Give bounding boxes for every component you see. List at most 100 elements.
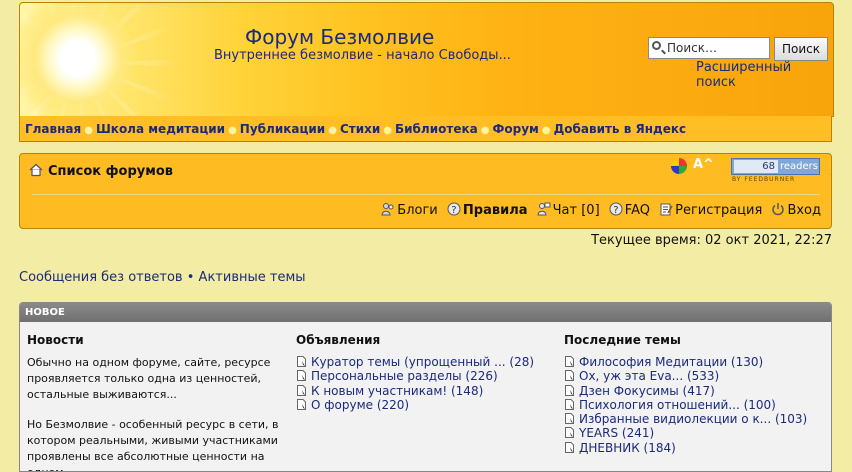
search-icon — [652, 41, 661, 50]
feedburner-label: BY FEEDBURNER — [732, 176, 796, 183]
svg-text:?: ? — [451, 205, 456, 216]
nav-separator: ● — [383, 125, 392, 136]
register-link[interactable]: Регистрация — [659, 203, 762, 218]
nav-item-poems[interactable]: Стихи — [340, 122, 380, 136]
topic-link[interactable]: ДНЕВНИК (184) — [564, 441, 807, 455]
chat-link[interactable]: Чат [0] — [537, 202, 600, 218]
power-icon — [772, 203, 785, 216]
topic-icon — [565, 356, 574, 367]
topic-link[interactable]: Философия Медитации (130) — [564, 355, 807, 369]
latest-topics-column: Последние темы Философия Медитации (130)… — [564, 333, 807, 455]
nav-item-home[interactable]: Главная — [25, 122, 81, 136]
register-icon — [660, 203, 673, 216]
blogs-link[interactable]: Блоги — [381, 203, 438, 218]
unanswered-posts-link[interactable]: Сообщения без ответов — [19, 270, 183, 285]
announcements-column: Объявления Куратор темы (упрощенный ... … — [296, 333, 534, 412]
active-topics-link[interactable]: Активные темы — [199, 270, 306, 285]
topic-link[interactable]: О форуме (220) — [296, 398, 534, 412]
topic-icon — [565, 441, 574, 453]
search-placeholder: Поиск… — [667, 41, 718, 55]
nav-item-meditation-school[interactable]: Школа медитации — [96, 122, 225, 136]
topic-title: Психология отношений... (100) — [579, 397, 776, 412]
topic-icon — [565, 384, 574, 396]
blogs-label: Блоги — [397, 203, 438, 218]
topic-title: Философия Медитации (130) — [579, 355, 764, 369]
new-box-header: НОВОЕ — [20, 303, 831, 322]
faq-label: FAQ — [624, 203, 650, 218]
news-column: Новости Обычно на одном форуме, сайте, р… — [27, 333, 282, 471]
topic-title: К новым участникам! (148) — [311, 383, 484, 398]
nav-separator: ● — [480, 125, 490, 136]
panel-divider — [32, 194, 820, 195]
rules-label: Правила — [462, 203, 528, 218]
readers-label: readers — [780, 161, 818, 172]
site-subtitle: Внутреннее безмолвие - начало Свободы... — [214, 48, 511, 63]
chat-label: Чат [0] — [552, 203, 600, 218]
main-nav: Главная ● Школа медитации ● Публикации ● Стихи… — [19, 116, 832, 142]
topic-icon — [565, 398, 574, 410]
news-paragraph: Обычно на одном форуме, сайте, ресурсе п… — [27, 356, 271, 401]
nav-item-forum[interactable]: Форум — [492, 122, 538, 136]
topic-title: Ох, уж эта Eva... (533) — [579, 369, 720, 384]
news-title: Новости — [27, 333, 84, 347]
faq-icon: ? — [609, 202, 623, 216]
latest-topics-title: Последние темы — [564, 333, 681, 347]
topic-title: YEARS (241) — [579, 426, 655, 441]
forum-list-link[interactable]: Список форумов — [48, 164, 173, 179]
latest-topics-list: Философия Медитации (130) Ох, уж эта Eva.… — [564, 355, 807, 455]
topic-title: ДНЕВНИК (184) — [579, 440, 676, 455]
topic-link[interactable]: Персональные разделы (226) — [296, 369, 534, 383]
topic-title: О форуме (220) — [311, 397, 410, 412]
nav-item-add-yandex[interactable]: Добавить в Яндекс — [554, 122, 687, 136]
topic-link[interactable]: Куратор темы (упрощенный ... (28) — [296, 355, 534, 369]
nav-separator: ● — [328, 125, 337, 136]
advanced-search-link[interactable]: Расширенный поиск — [696, 60, 833, 90]
topic-title: Избранные видиолекции о к... (103) — [579, 412, 808, 427]
topic-link[interactable]: К новым участникам! (148) — [296, 384, 534, 398]
svg-text:?: ? — [613, 205, 618, 216]
quick-links: Сообщения без ответов • Активные темы — [19, 270, 306, 285]
topic-icon — [297, 398, 306, 410]
search-input[interactable]: Поиск… — [648, 37, 770, 59]
font-size-change-icon[interactable]: A^ — [693, 157, 714, 172]
topic-title: Персональные разделы (226) — [311, 369, 498, 384]
topic-icon — [565, 413, 574, 425]
readers-count: 68 — [734, 160, 778, 173]
login-link[interactable]: Вход — [771, 203, 821, 218]
new-box: НОВОЕ Новости Обычно на одном форуме, са… — [19, 302, 832, 472]
forum-panel: Список форумов A^ 68 readers BY FEEDBURNE… — [19, 153, 832, 229]
topic-icon — [565, 370, 574, 382]
topic-link[interactable]: YEARS (241) — [564, 426, 807, 440]
topic-title: Дзен Фокусимы (417) — [579, 383, 715, 398]
nav-separator: ● — [541, 125, 551, 136]
rules-link[interactable]: ? Правила — [447, 202, 528, 218]
topic-icon — [297, 384, 306, 396]
feedburner-badge[interactable]: 68 readers — [731, 158, 820, 175]
sun-image — [20, 3, 145, 116]
chat-icon — [537, 202, 551, 216]
topic-link[interactable]: Дзен Фокусимы (417) — [564, 384, 807, 398]
site-header: Форум Безмолвие Внутреннее безмолвие - н… — [19, 2, 834, 117]
topic-icon — [565, 427, 574, 439]
topic-link[interactable]: Психология отношений... (100) — [564, 398, 807, 412]
announcements-list: Куратор темы (упрощенный ... (28) Персона… — [296, 355, 534, 412]
nav-item-publications[interactable]: Публикации — [240, 122, 325, 136]
topic-icon — [297, 370, 306, 382]
site-title[interactable]: Форум Безмолвие — [245, 25, 434, 49]
current-time: Текущее время: 02 окт 2021, 22:27 — [591, 233, 832, 248]
topic-link[interactable]: Ох, уж эта Eva... (533) — [564, 369, 807, 383]
search-button[interactable]: Поиск — [774, 37, 828, 61]
news-paragraph: Но Безмолвие - особенный ресурс в сети, … — [27, 418, 279, 471]
users-icon — [381, 203, 394, 216]
topic-title: Куратор темы (упрощенный ... (28) — [311, 355, 535, 369]
quick-links-separator: • — [186, 270, 195, 285]
topic-icon — [297, 356, 306, 367]
color-scheme-icon[interactable] — [671, 158, 687, 174]
nav-item-library[interactable]: Библиотека — [395, 122, 478, 136]
topic-link[interactable]: Избранные видиолекции о к... (103) — [564, 412, 807, 426]
news-text: Обычно на одном форуме, сайте, ресурсе п… — [27, 355, 282, 471]
register-label: Регистрация — [675, 203, 763, 218]
nav-separator: ● — [84, 125, 93, 136]
faq-link[interactable]: ? FAQ — [609, 202, 650, 218]
home-icon — [29, 163, 43, 177]
